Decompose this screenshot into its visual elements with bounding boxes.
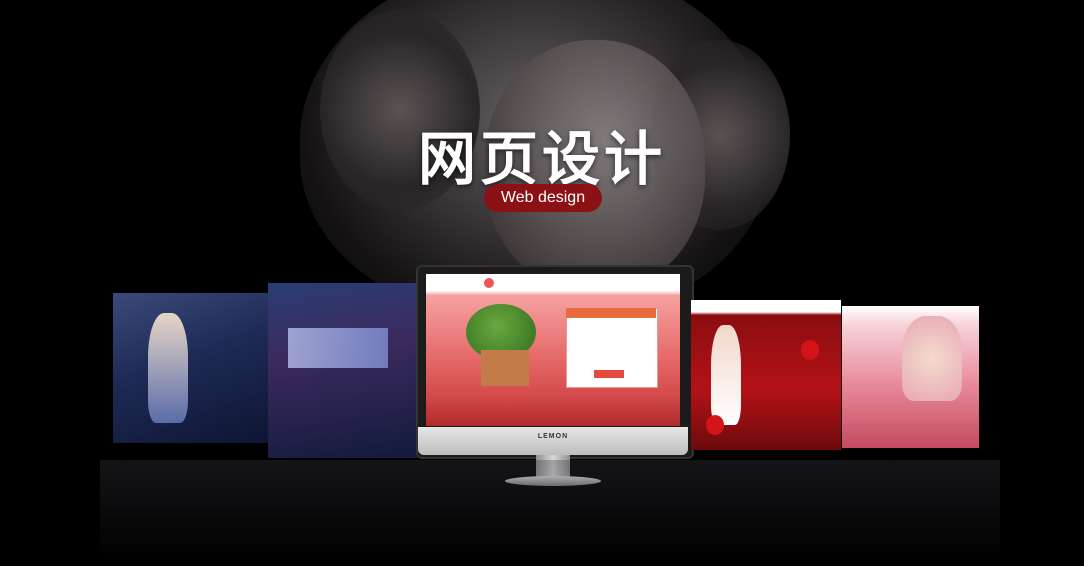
monitor-chin [418,427,688,455]
banner-graphic [288,328,388,368]
model-figure [902,316,962,401]
box-graphic [481,350,529,386]
form-button-graphic [594,370,624,378]
game-site-screen-1 [113,293,268,443]
lantern-icon [801,340,819,360]
shop-site-screen-1 [691,300,841,450]
shop-site-screen-2 [842,306,979,448]
subtitle-badge: Web design [484,184,602,212]
character-figure [148,313,188,423]
game-site-screen-2 [268,283,418,458]
floor-reflection [100,460,1000,560]
site-logo-graphic [484,278,494,288]
form-header-graphic [566,308,656,318]
monitor-screen [426,274,680,426]
model-figure [711,325,741,425]
monitor-brand: LEMON [537,433,569,440]
banner: 网页设计 Web design LEMON [0,0,1084,566]
lantern-icon [706,415,724,435]
